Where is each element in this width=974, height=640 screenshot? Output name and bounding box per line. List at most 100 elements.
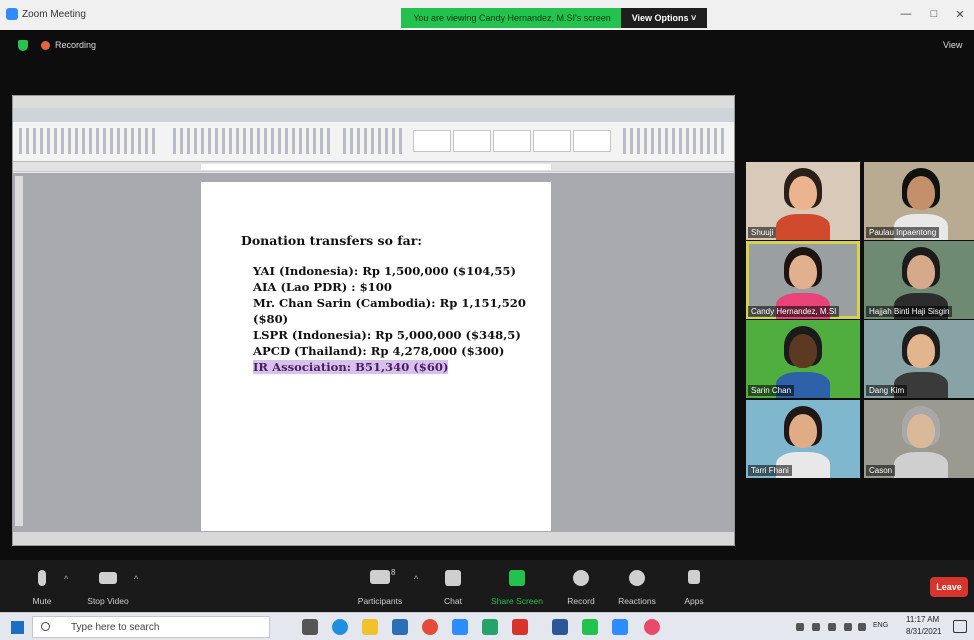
horizontal-ruler <box>13 162 734 172</box>
style-heading-1 <box>493 130 531 152</box>
tray-battery-icon[interactable] <box>828 623 836 631</box>
video-camera-icon <box>99 572 117 584</box>
record-button[interactable]: Record <box>549 560 613 612</box>
apps-icon <box>688 570 700 584</box>
word-ribbon <box>13 122 734 162</box>
style-title <box>573 130 611 152</box>
mute-button[interactable]: Mute <box>10 560 74 612</box>
participant-body <box>776 214 830 240</box>
notification-center-icon[interactable] <box>953 620 967 633</box>
audio-options-caret-icon[interactable]: ^ <box>64 574 68 584</box>
tray-chevron-icon[interactable] <box>796 623 804 631</box>
leave-button[interactable]: Leave <box>930 577 968 597</box>
clock-time[interactable]: 11:17 AM <box>906 615 939 624</box>
participant-tile[interactable]: Tarri Fhani <box>746 400 860 478</box>
security-shield-icon[interactable] <box>18 40 28 51</box>
participant-name: Tarri Fhani <box>748 465 792 476</box>
style-heading-2 <box>533 130 571 152</box>
ribbon-paragraph-group <box>173 128 333 154</box>
participant-tile[interactable]: Candy Hernandez, M.SI <box>746 241 860 319</box>
donation-line: AIA (Lao PDR) : $100 <box>253 280 392 294</box>
participant-name: Paulau Inpaentong <box>866 227 940 238</box>
participant-body <box>894 452 948 478</box>
windows-taskbar: Type here to search ENG 11:17 AM 8/31/20… <box>0 612 974 640</box>
word-icon[interactable] <box>552 619 568 635</box>
donation-line-highlighted: IR Association: B51,340 ($60) <box>253 360 449 374</box>
minimize-icon[interactable]: — <box>896 8 916 20</box>
donation-line: APCD (Thailand): Rp 4,278,000 ($300) <box>253 344 505 358</box>
taskbar-search-box[interactable]: Type here to search <box>32 616 270 638</box>
share-screen-button[interactable]: Share Screen <box>485 560 549 612</box>
excel-icon[interactable] <box>482 619 498 635</box>
zoom-titlebar: Zoom Meeting You are viewing Candy Herna… <box>0 0 974 30</box>
chat-bubble-icon <box>445 570 461 586</box>
participant-name: Dang Kim <box>866 385 908 396</box>
search-icon <box>41 622 50 631</box>
participant-face <box>907 176 935 210</box>
view-options-button[interactable]: View Options ˅ <box>621 8 707 28</box>
app-green-icon[interactable] <box>582 619 598 635</box>
chat-button[interactable]: Chat <box>421 560 485 612</box>
tray-volume-icon[interactable] <box>844 623 852 631</box>
screen-share-banner: You are viewing Candy Hernandez, M.SI's … <box>401 8 623 28</box>
stop-video-button[interactable]: Stop Video <box>76 560 140 612</box>
participant-tile[interactable]: Paulau Inpaentong <box>864 162 974 240</box>
participants-count: 8 <box>391 568 396 577</box>
reactions-icon <box>629 570 645 586</box>
chrome-icon[interactable] <box>422 619 438 635</box>
tray-wifi-icon[interactable] <box>858 623 866 631</box>
record-icon <box>573 570 589 586</box>
apps-button[interactable]: Apps <box>662 560 726 612</box>
store-icon[interactable] <box>392 619 408 635</box>
participant-face <box>789 255 817 289</box>
participant-face <box>907 255 935 289</box>
zoom-taskbar-icon[interactable] <box>452 619 468 635</box>
participant-tile[interactable]: Cason <box>864 400 974 478</box>
tray-network-icon[interactable] <box>812 623 820 631</box>
view-button[interactable]: View <box>943 40 962 50</box>
edge-icon[interactable] <box>332 619 348 635</box>
video-options-caret-icon[interactable]: ^ <box>134 574 138 584</box>
participant-tile[interactable]: Hajjah Binti Haji Sisgin <box>864 241 974 319</box>
participants-button[interactable]: 8 Participants <box>348 560 412 612</box>
participant-face <box>789 414 817 448</box>
donation-line: Mr. Chan Sarin (Cambodia): Rp 1,151,520 <box>253 296 526 310</box>
participant-tile[interactable]: Shuuji <box>746 162 860 240</box>
participant-face <box>789 176 817 210</box>
windows-start-icon[interactable] <box>11 621 24 634</box>
pdf-icon[interactable] <box>512 619 528 635</box>
participant-name: Hajjah Binti Haji Sisgin <box>866 306 953 317</box>
reactions-button[interactable]: Reactions <box>605 560 669 612</box>
donation-line: YAI (Indonesia): Rp 1,500,000 ($104,55) <box>253 264 516 278</box>
maximize-icon[interactable]: □ <box>924 8 944 20</box>
recording-icon <box>41 41 50 50</box>
task-view-icon[interactable] <box>302 619 318 635</box>
clock-date[interactable]: 8/31/2021 <box>906 627 942 636</box>
word-statusbar <box>13 531 734 545</box>
participant-name: Candy Hernandez, M.SI <box>748 306 840 317</box>
ribbon-font-group <box>19 128 159 154</box>
recording-label: Recording <box>55 40 97 50</box>
file-explorer-icon[interactable] <box>362 619 378 635</box>
participant-name: Cason <box>866 465 896 476</box>
participants-icon <box>370 570 390 584</box>
style-normal <box>413 130 451 152</box>
input-language[interactable]: ENG <box>873 622 888 629</box>
participant-tile[interactable]: Dang Kim <box>864 320 974 398</box>
participant-face <box>907 414 935 448</box>
app-pink-icon[interactable] <box>644 619 660 635</box>
recording-bar: Recording View <box>0 30 974 60</box>
donation-line: LSPR (Indonesia): Rp 5,000,000 ($348,5) <box>253 328 521 342</box>
close-icon[interactable]: ✕ <box>950 8 970 21</box>
word-titlebar <box>13 96 734 108</box>
participants-caret-icon[interactable]: ^ <box>414 574 418 584</box>
participant-tile[interactable]: Sarin Chan <box>746 320 860 398</box>
shared-screen-word-window <box>12 95 735 546</box>
vertical-ruler <box>15 176 23 526</box>
style-no-spacing <box>453 130 491 152</box>
meeting-toolbar: Mute ^ Stop Video ^ 8 Participants ^ Cha… <box>0 560 974 612</box>
document-heading: Donation transfers so far: <box>241 233 422 248</box>
participant-face <box>789 334 817 368</box>
ribbon-editing-group <box>343 128 403 154</box>
app-blue-icon[interactable] <box>612 619 628 635</box>
